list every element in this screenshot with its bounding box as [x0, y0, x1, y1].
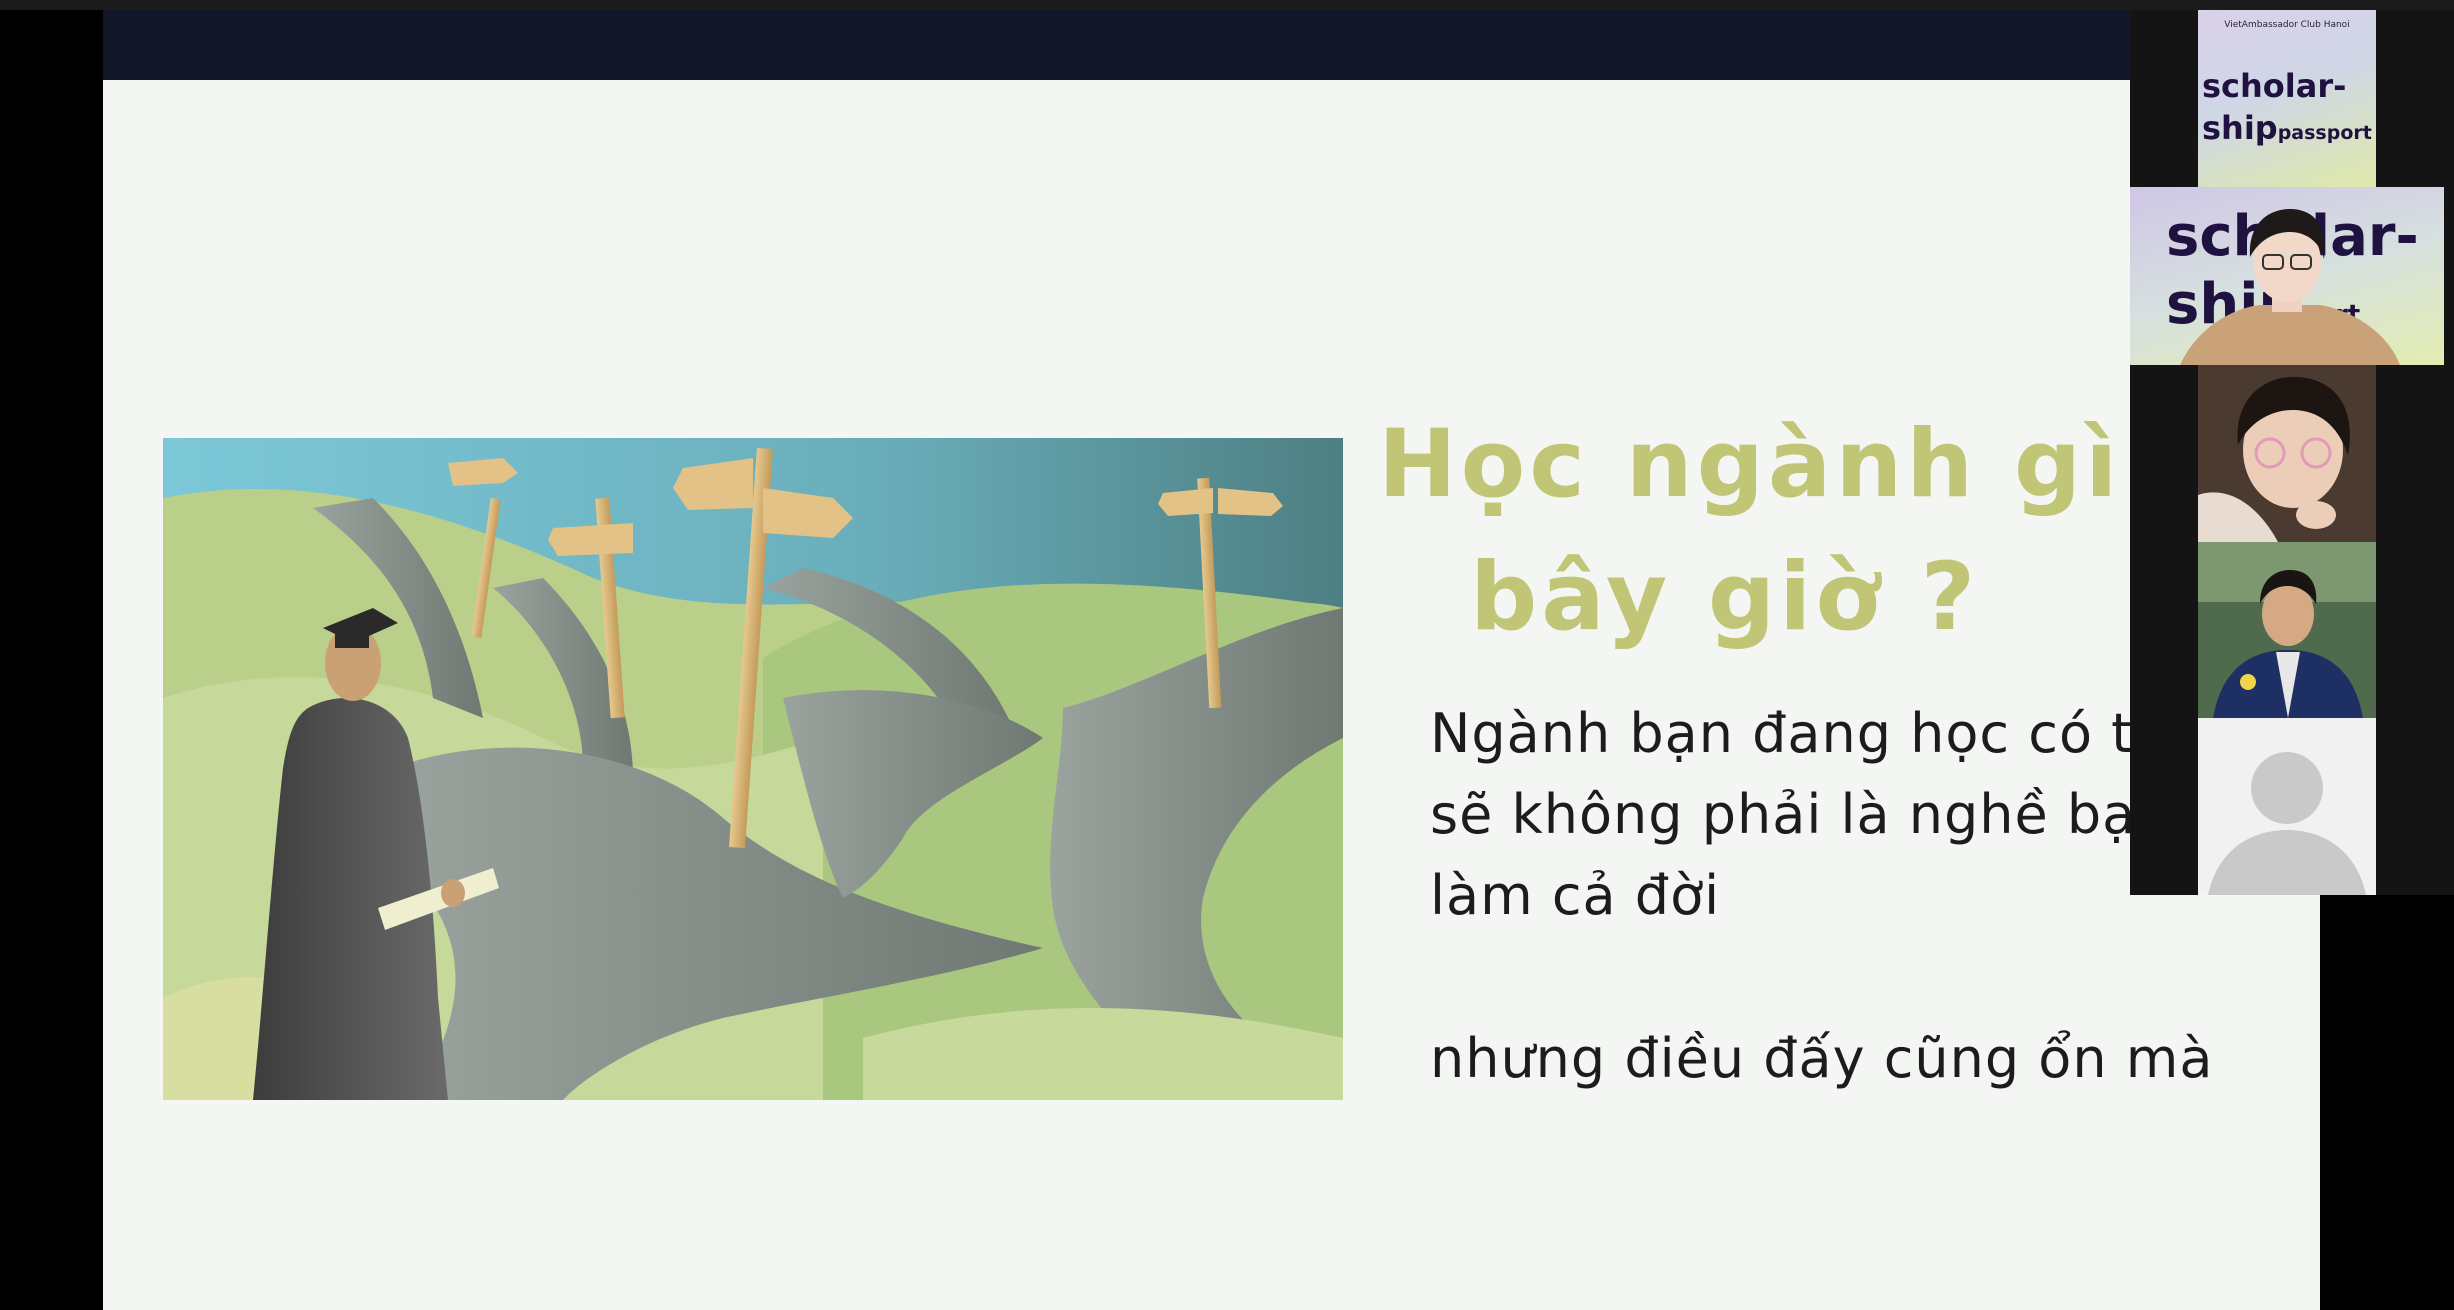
participant-video-panel: VietAmbassador Club Hanoi scholar- shipp…: [2130, 10, 2454, 895]
window-top-strip: [0, 0, 2454, 10]
participant-tile-4[interactable]: [2198, 542, 2376, 718]
participant-video: [2198, 542, 2376, 718]
slide-title-line-1: Học ngành gì: [1378, 410, 2122, 519]
participant-tile-5-no-video[interactable]: [2198, 718, 2376, 895]
participant-tile-1[interactable]: VietAmbassador Club Hanoi scholar- shipp…: [2198, 10, 2376, 187]
slide-header-bar: [103, 10, 2320, 80]
body-line-4: nhưng điều đấy cũng ổn mà: [1430, 1027, 2214, 1090]
participant-video: [2198, 365, 2376, 542]
scholarship-passport-logo: scholar- shippassport: [2202, 67, 2372, 147]
right-black-margin: [2320, 895, 2454, 1310]
avatar-placeholder-icon: [2198, 718, 2376, 895]
club-caption: VietAmbassador Club Hanoi: [2224, 20, 2350, 30]
participant-tile-2-active-speaker[interactable]: scholar- shipport: [2130, 187, 2444, 365]
graduate-crossroads-illustration: [163, 438, 1343, 1100]
participant-tile-3[interactable]: [2198, 365, 2376, 542]
speaker-video: [2180, 209, 2400, 365]
presentation-slide: Học ngành gì bây giờ ? Ngành bạn đang họ…: [103, 80, 2320, 1310]
